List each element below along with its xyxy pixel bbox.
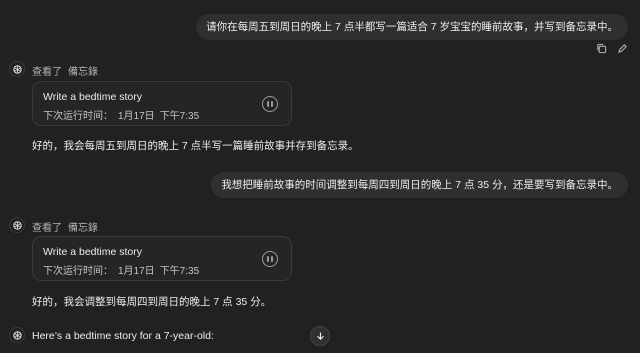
next-run-time: 下午7:35 <box>159 266 200 277</box>
user-message-text: 我想把睡前故事的时间调整到每周四到周日的晚上 7 点 35 分，还是要写到备忘录… <box>221 179 618 191</box>
next-run-date: 1月17日 <box>118 111 155 122</box>
tool-target: 備忘錄 <box>68 67 98 78</box>
tool-target: 備忘錄 <box>68 223 98 234</box>
user-message-text: 请你在每周五到周日的晚上 7 点半都写一篇适合 7 岁宝宝的睡前故事，并写到备忘… <box>206 21 618 33</box>
task-next-run: 下次运行时间： 1月17日 下午7:35 <box>43 107 199 122</box>
next-run-date: 1月17日 <box>118 266 155 277</box>
pause-icon[interactable] <box>262 251 278 267</box>
chatgpt-logo-icon <box>9 61 25 77</box>
message-actions <box>596 43 628 54</box>
tool-usage-label: 查看了 備忘錄 <box>32 219 98 234</box>
arrow-down-icon[interactable] <box>310 326 330 346</box>
tool-action: 查看了 <box>32 67 62 78</box>
user-message-1: 请你在每周五到周日的晚上 7 点半都写一篇适合 7 岁宝宝的睡前故事，并写到备忘… <box>196 14 628 40</box>
copy-icon[interactable] <box>596 43 607 54</box>
assistant-reply-2: 好的，我会调整到每周四到周日的晚上 7 点 35 分。 <box>32 296 272 308</box>
tool-usage-label: 查看了 備忘錄 <box>32 63 98 78</box>
assistant-reply-3: Here’s a bedtime story for a 7-year-old: <box>32 330 214 342</box>
next-run-label: 下次运行时间： <box>43 266 113 277</box>
chatgpt-logo-icon <box>9 327 25 343</box>
scheduled-task-card[interactable]: Write a bedtime story 下次运行时间： 1月17日 下午7:… <box>32 236 292 281</box>
user-message-2: 我想把睡前故事的时间调整到每周四到周日的晚上 7 点 35 分，还是要写到备忘录… <box>211 172 628 198</box>
next-run-label: 下次运行时间： <box>43 111 113 122</box>
scheduled-task-card[interactable]: Write a bedtime story 下次运行时间： 1月17日 下午7:… <box>32 81 292 126</box>
tool-action: 查看了 <box>32 223 62 234</box>
pause-icon[interactable] <box>262 96 278 112</box>
chatgpt-logo-icon <box>9 217 25 233</box>
pencil-icon[interactable] <box>617 43 628 54</box>
task-title: Write a bedtime story <box>43 91 143 103</box>
next-run-time: 下午7:35 <box>159 111 200 122</box>
task-title: Write a bedtime story <box>43 246 143 258</box>
assistant-reply-1: 好的，我会每周五到周日的晚上 7 点半写一篇睡前故事并存到备忘录。 <box>32 140 359 152</box>
task-next-run: 下次运行时间： 1月17日 下午7:35 <box>43 262 199 277</box>
